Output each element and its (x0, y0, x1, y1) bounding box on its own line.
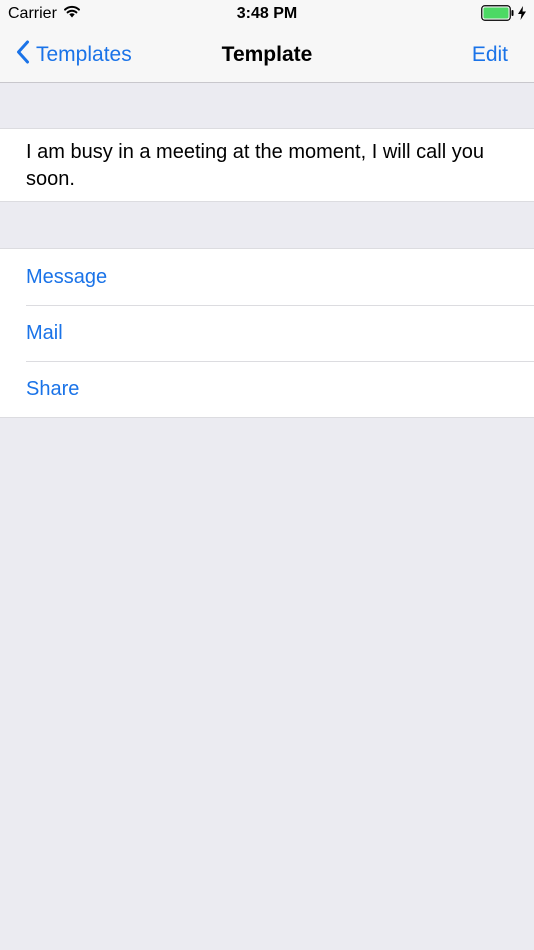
back-button[interactable]: Templates (16, 28, 132, 82)
action-list: Message Mail Share (0, 248, 534, 418)
template-text-cell: I am busy in a meeting at the moment, I … (0, 128, 534, 202)
battery-indicator (481, 5, 526, 26)
battery-icon (481, 5, 515, 26)
chevron-left-icon (16, 40, 30, 70)
mail-action[interactable]: Mail (0, 305, 534, 361)
message-action[interactable]: Message (0, 249, 534, 305)
charging-bolt-icon (518, 6, 526, 25)
template-text: I am busy in a meeting at the moment, I … (26, 141, 484, 190)
share-action[interactable]: Share (0, 361, 534, 417)
status-bar: Carrier 3:48 PM (0, 0, 534, 28)
edit-button[interactable]: Edit (472, 28, 508, 82)
back-button-label: Templates (36, 43, 132, 66)
status-time: 3:48 PM (236, 5, 298, 22)
navigation-bar: Templates Template Edit (0, 28, 534, 83)
